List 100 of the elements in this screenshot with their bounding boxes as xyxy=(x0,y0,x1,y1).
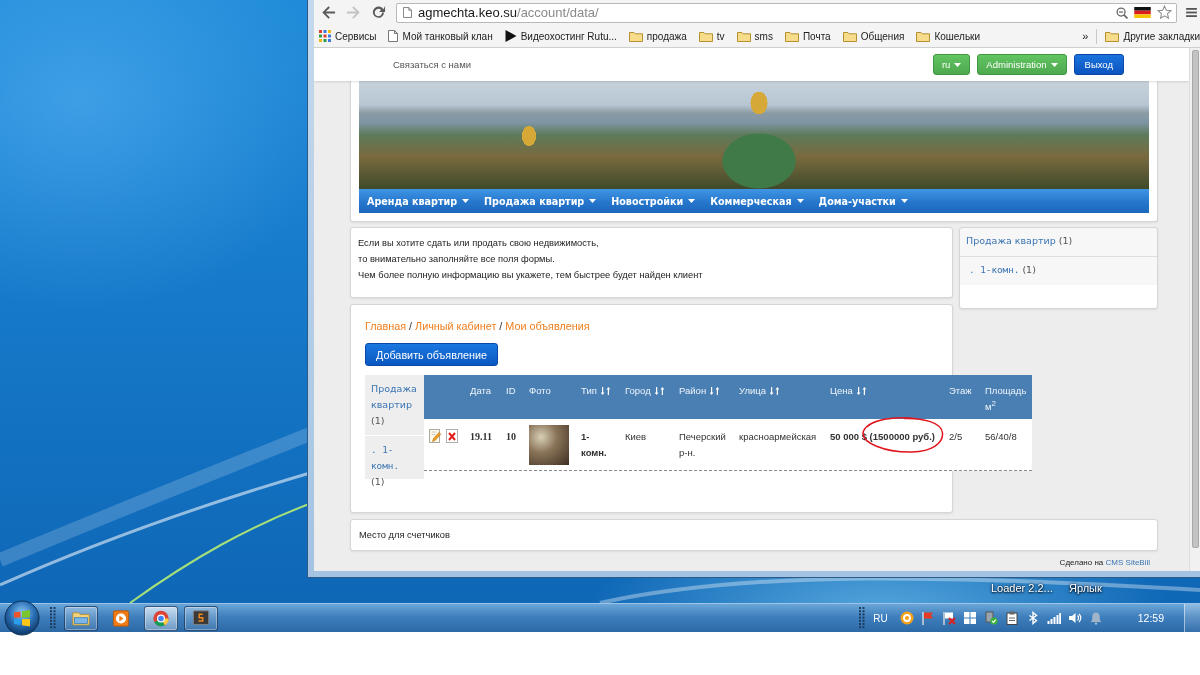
grip-icon[interactable] xyxy=(859,607,866,629)
flag-icon[interactable] xyxy=(1134,7,1151,18)
header-button[interactable]: ru xyxy=(932,54,971,75)
caret-icon xyxy=(589,199,597,203)
taskbar-button[interactable] xyxy=(64,605,98,631)
url-text[interactable]: agmechta.keo.su/account/data/ xyxy=(418,5,599,20)
photo-placeholder xyxy=(529,425,569,465)
more-bookmarks-button[interactable]: » xyxy=(1082,27,1089,45)
play-icon xyxy=(112,609,130,627)
page-icon xyxy=(388,30,399,42)
bookmark-item[interactable]: Общения xyxy=(842,27,905,45)
menu-item[interactable]: Дома-участки xyxy=(818,195,908,207)
column-header[interactable]: Улица xyxy=(735,375,826,419)
add-listing-button[interactable]: Добавить объявление xyxy=(365,343,498,366)
breadcrumb-link[interactable]: Мои объявления xyxy=(505,319,590,333)
subcategory-link[interactable]: . 1-комн. xyxy=(371,442,419,474)
cross-icon[interactable] xyxy=(445,429,458,443)
menu-item[interactable]: Новостройки xyxy=(611,195,696,207)
table-cell-text: 1-комн. xyxy=(580,430,608,460)
table-cell-text: красноармейская xyxy=(738,430,818,444)
signal-bars-icon[interactable] xyxy=(1046,611,1061,625)
taskbar-button[interactable] xyxy=(184,605,218,631)
column-header: ID xyxy=(505,384,517,398)
column-header: Дата xyxy=(469,384,493,398)
bookmark-item[interactable]: Почта xyxy=(784,27,831,45)
language-indicator[interactable]: RU xyxy=(873,612,888,624)
menu-item[interactable]: Продажа квартир xyxy=(484,195,597,207)
column-header[interactable]: Цена xyxy=(826,375,945,419)
scrollbar-thumb[interactable] xyxy=(1192,50,1199,548)
caret-icon xyxy=(796,199,804,203)
show-desktop-button[interactable] xyxy=(1184,604,1200,632)
folder-icon xyxy=(628,30,643,42)
folder-icon xyxy=(1105,30,1120,42)
flag-cross-icon[interactable] xyxy=(941,611,956,625)
folder-icon xyxy=(698,30,713,42)
header-button[interactable]: Выход xyxy=(1073,54,1124,75)
pencil-icon[interactable] xyxy=(429,429,441,443)
ring-icon[interactable] xyxy=(899,611,914,625)
category-link[interactable]: Продажа квартир xyxy=(966,235,1056,246)
reload-icon[interactable] xyxy=(371,5,386,20)
caret-icon xyxy=(462,199,470,203)
sort-arrows-icon xyxy=(770,387,779,395)
page-icon xyxy=(403,7,412,18)
circle-logo-icon xyxy=(152,609,170,627)
folder-icon xyxy=(842,30,857,42)
table-cell-text: 10 xyxy=(505,430,517,444)
menu-icon[interactable] xyxy=(1186,8,1197,17)
credit-link[interactable]: CMS SiteBill xyxy=(1105,558,1150,567)
breadcrumb-separator: / xyxy=(499,319,503,333)
table-cell-text: Печерский р-н. xyxy=(678,430,727,460)
scrollbar[interactable] xyxy=(1189,48,1200,571)
device-check-icon[interactable] xyxy=(983,611,998,625)
header-button[interactable]: Administration xyxy=(977,54,1067,75)
back-icon[interactable] xyxy=(321,5,336,20)
bookmark-item[interactable]: Видеохостинг Rutu... xyxy=(504,27,617,45)
windows-logo-icon[interactable] xyxy=(962,611,977,625)
sort-arrows-icon xyxy=(710,387,720,395)
star-icon[interactable] xyxy=(1157,5,1172,20)
caret-icon xyxy=(954,62,962,67)
breadcrumb-link[interactable]: Личный кабинет xyxy=(415,319,497,333)
bookmark-item[interactable]: Кошельки xyxy=(916,27,981,45)
folder-icon xyxy=(784,30,799,42)
column-header[interactable]: Город xyxy=(621,375,675,419)
clock[interactable]: 12:59 xyxy=(1137,612,1164,624)
subcategory-link[interactable]: . 1-комн. xyxy=(969,264,1020,275)
breadcrumb-link[interactable]: Главная xyxy=(365,319,407,333)
credit-text: Сделано на CMS SiteBill xyxy=(1059,558,1150,567)
desktop-icon-label[interactable]: Loader 2.2... xyxy=(991,582,1053,595)
table-cell-text: 56/40/8 xyxy=(984,430,1018,444)
start-button[interactable] xyxy=(4,600,40,636)
notice-text: Если вы хотите сдать или продать свою недвижимость, xyxy=(358,237,600,250)
play-icon xyxy=(504,30,517,42)
column-header: Площадь м$^{2}$ xyxy=(984,384,1028,415)
bookmark-item[interactable]: tv xyxy=(698,27,725,45)
monitor-icon xyxy=(192,609,210,627)
item-count: (1) xyxy=(1022,264,1036,275)
table-cell-text: 2/5 xyxy=(948,430,964,444)
clipboard-icon[interactable] xyxy=(1004,611,1019,625)
column-header[interactable]: Район xyxy=(675,375,735,419)
desktop-icon-label[interactable]: Ярлык xyxy=(1069,582,1102,595)
caret-icon xyxy=(1050,62,1058,67)
category-link[interactable]: Продажа квартир xyxy=(371,381,419,413)
grip-icon[interactable] xyxy=(50,607,56,629)
bookmark-item[interactable]: Сервисы xyxy=(319,27,377,45)
column-header[interactable]: Тип xyxy=(577,375,621,419)
bookmark-item[interactable]: продажа xyxy=(628,27,687,45)
speaker-icon[interactable] xyxy=(1067,611,1082,625)
apps-grid-icon xyxy=(319,30,331,42)
menu-item[interactable]: Коммерческая xyxy=(710,195,804,207)
address-field[interactable]: agmechta.keo.su/account/data/ xyxy=(396,2,1177,23)
bookmark-item[interactable]: sms xyxy=(736,27,773,45)
folder-icon xyxy=(916,30,931,42)
contact-link[interactable]: Связаться с нами xyxy=(393,59,471,70)
bookmark-item[interactable]: Мой танковый клан xyxy=(388,27,493,45)
counters-text: Место для счетчиков xyxy=(359,530,450,540)
item-count: (1) xyxy=(371,476,385,487)
menu-item[interactable]: Аренда квартир xyxy=(367,195,470,207)
bookmark-item[interactable]: Другие закладки xyxy=(1105,27,1200,45)
taskbar-button[interactable] xyxy=(144,605,178,631)
zoom-out-icon[interactable] xyxy=(1116,6,1128,19)
